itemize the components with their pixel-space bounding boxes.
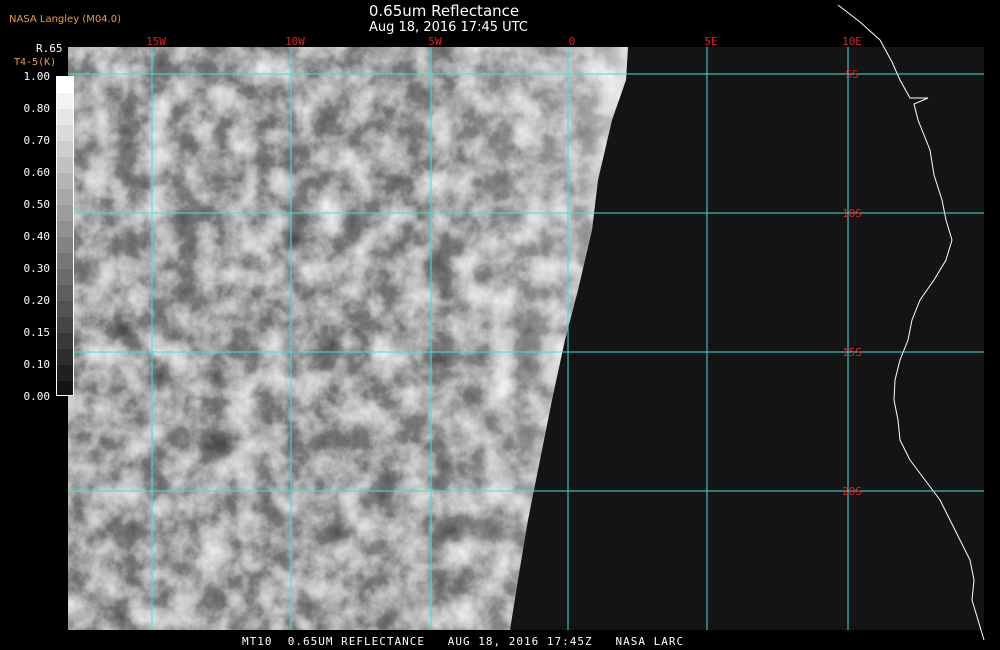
longitude-label: 0	[569, 35, 576, 48]
colorbar-tick-label: 0.40	[23, 230, 51, 243]
longitude-label: 5E	[704, 35, 717, 48]
colorbar-tick-label: 0.30	[23, 262, 51, 275]
colorbar-swatch	[57, 125, 73, 141]
colorbar-swatch	[57, 365, 73, 381]
colorbar-swatch	[57, 205, 73, 221]
colorbar-swatch	[57, 93, 73, 109]
colorbar-tick-label: 0.00	[23, 390, 51, 403]
colorbar-label-top: R.65	[36, 42, 63, 55]
colorbar-swatch	[57, 109, 73, 125]
colorbar-frame	[56, 76, 74, 396]
colorbar-swatch	[57, 285, 73, 301]
colorbar-tick-label: 0.15	[23, 326, 51, 339]
latitude-label: 5S	[845, 68, 858, 81]
map-viewer: 15W 10W 5W 0 5E 10E 5S 10S 15S 20S NASA Langley (…	[0, 0, 1000, 650]
longitude-label: 10W	[285, 35, 305, 48]
latitude-label: 20S	[842, 485, 862, 498]
colorbar-swatch	[57, 189, 73, 205]
satellite-map: 15W 10W 5W 0 5E 10E 5S 10S 15S 20S	[68, 4, 985, 641]
colorbar-swatch	[57, 269, 73, 285]
longitude-label: 10E	[842, 35, 862, 48]
latitude-label: 10S	[842, 207, 862, 220]
colorbar-swatch	[57, 173, 73, 189]
colorbar-swatch	[57, 381, 73, 395]
longitude-label: 5W	[428, 35, 442, 48]
colorbar-swatch	[57, 77, 73, 93]
colorbar-swatch	[57, 253, 73, 269]
colorbar-tick-label: 0.60	[23, 166, 51, 179]
image-timestamp: Aug 18, 2016 17:45 UTC	[369, 20, 528, 35]
colorbar-tick-label: 0.20	[23, 294, 51, 307]
colorbar-tick-label: 1.00	[23, 70, 51, 83]
colorbar-label-bottom: T4-5(K)	[14, 57, 57, 68]
title-text: 0.65um Reflectance	[368, 2, 520, 20]
colorbar-tick-label: 0.70	[23, 134, 51, 147]
page-title: 0.65um Reflectance	[0, 2, 1000, 20]
colorbar-tick-label: 0.80	[23, 102, 51, 115]
colorbar-swatch	[57, 349, 73, 365]
colorbar-tick-label: 0.50	[23, 198, 51, 211]
footer-caption: MT10 0.65UM REFLECTANCE AUG 18, 2016 17:…	[242, 635, 685, 648]
colorbar-tick-label: 0.10	[23, 358, 51, 371]
colorbar-swatch	[57, 221, 73, 237]
colorbar-swatch	[57, 301, 73, 317]
colorbar-swatch	[57, 157, 73, 173]
colorbar-swatch	[57, 333, 73, 349]
latitude-label: 15S	[842, 346, 862, 359]
colorbar-swatch	[57, 317, 73, 333]
longitude-label: 15W	[146, 35, 166, 48]
colorbar-swatch	[57, 237, 73, 253]
colorbar-swatch	[57, 141, 73, 157]
